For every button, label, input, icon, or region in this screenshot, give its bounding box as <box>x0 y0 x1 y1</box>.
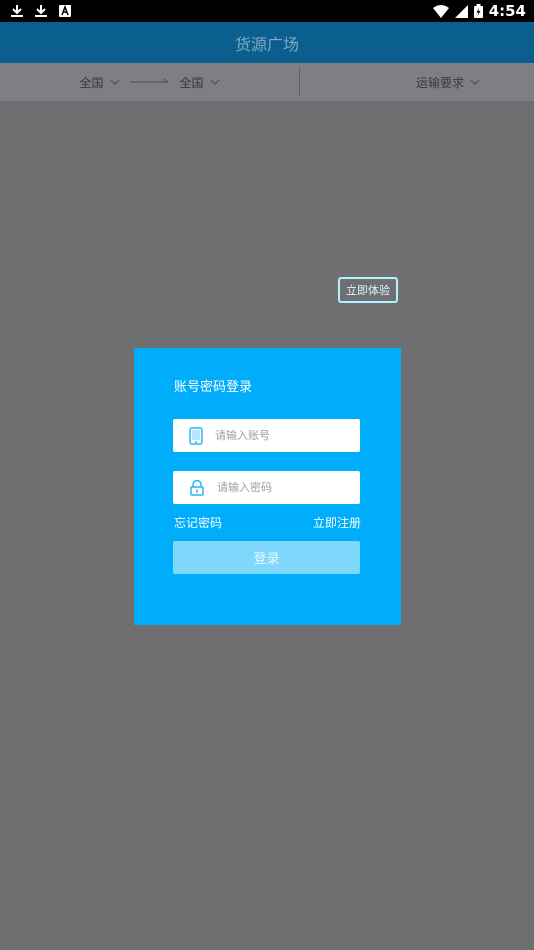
phone-icon <box>189 426 203 445</box>
chevron-down-icon <box>470 79 480 85</box>
clock: 4:54 <box>488 2 526 20</box>
requirement-filter[interactable]: 运输要求 <box>416 74 480 91</box>
app-notification-icon <box>59 4 71 17</box>
download-icon <box>35 5 47 17</box>
requirement-label: 运输要求 <box>415 75 464 90</box>
username-field[interactable] <box>173 419 360 452</box>
download-icon <box>11 5 23 17</box>
origin-filter[interactable]: 全国 <box>79 74 119 91</box>
status-bar: 4:54 <box>0 0 534 22</box>
chevron-down-icon <box>110 79 119 85</box>
username-input[interactable] <box>213 428 347 443</box>
origin-label: 全国 <box>79 75 104 90</box>
try-now-button[interactable]: 立即体验 <box>338 277 398 303</box>
destination-filter[interactable]: 全国 <box>180 74 220 91</box>
app-header: 货源广场 <box>0 22 534 63</box>
login-links: 忘记密码 立即注册 <box>174 514 361 531</box>
password-input[interactable] <box>215 480 349 495</box>
battery-icon <box>473 4 483 18</box>
wifi-icon <box>432 4 449 18</box>
password-field[interactable] <box>173 471 360 504</box>
forgot-password-link[interactable]: 忘记密码 <box>174 514 222 531</box>
filter-bar: 全国 全国 运输要求 <box>0 63 534 101</box>
lock-icon <box>190 479 204 496</box>
signal-icon <box>454 4 468 18</box>
login-button[interactable]: 登录 <box>173 541 360 574</box>
chevron-down-icon <box>210 79 219 85</box>
page-title: 货源广场 <box>234 34 299 54</box>
route-arrow-icon <box>129 78 168 83</box>
login-modal: 账号密码登录 忘记密码 立即注册 登录 <box>134 348 401 625</box>
destination-label: 全国 <box>179 75 204 90</box>
login-title: 账号密码登录 <box>174 380 253 395</box>
register-link[interactable]: 立即注册 <box>313 514 361 531</box>
route-filter: 全国 全国 <box>0 63 299 101</box>
